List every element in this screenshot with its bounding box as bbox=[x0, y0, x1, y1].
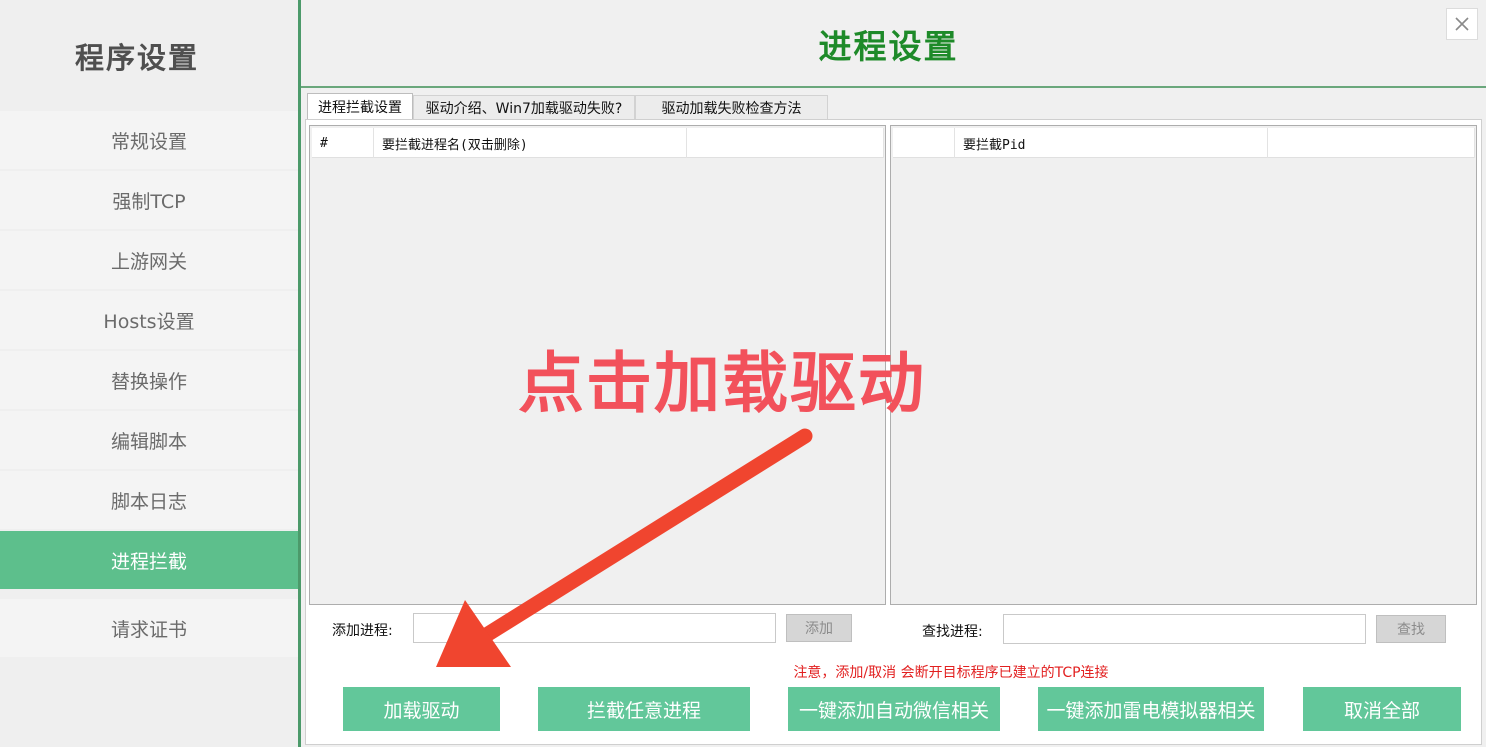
find-process-input[interactable] bbox=[1003, 614, 1366, 644]
add-process-label: 添加进程: bbox=[332, 623, 393, 639]
sidebar-item-script-log[interactable]: 脚本日志 bbox=[0, 471, 298, 529]
find-button[interactable]: 查找 bbox=[1376, 615, 1446, 643]
cancel-all-button[interactable]: 取消全部 bbox=[1303, 687, 1461, 731]
tab-process-intercept[interactable]: 进程拦截设置 bbox=[307, 93, 413, 120]
tcp-warning-text: 注意，添加/取消 会断开目标程序已建立的TCP连接 bbox=[793, 665, 1109, 681]
load-driver-button[interactable]: 加载驱动 bbox=[343, 687, 500, 731]
close-button[interactable] bbox=[1446, 8, 1478, 40]
page-title: 进程设置 bbox=[818, 27, 959, 66]
sidebar-title: 程序设置 bbox=[74, 41, 199, 75]
sidebar-item-general[interactable]: 常规设置 bbox=[0, 111, 298, 169]
tab-driver-intro[interactable]: 驱动介绍、Win7加载驱动失败? bbox=[413, 95, 635, 119]
sidebar-item-upstream-gateway[interactable]: 上游网关 bbox=[0, 231, 298, 289]
add-leidian-emulator-button[interactable]: 一键添加雷电模拟器相关 bbox=[1038, 687, 1264, 731]
add-wechat-button[interactable]: 一键添加自动微信相关 bbox=[788, 687, 1000, 731]
pid-list-header: 要拦截Pid bbox=[893, 128, 1475, 158]
find-process-label: 查找进程: bbox=[922, 624, 983, 640]
column-pid-index[interactable] bbox=[893, 128, 955, 158]
add-button[interactable]: 添加 bbox=[786, 614, 852, 642]
header: 进程设置 bbox=[301, 0, 1486, 88]
close-icon bbox=[1455, 17, 1469, 31]
sidebar-item-hosts[interactable]: Hosts设置 bbox=[0, 291, 298, 349]
column-empty[interactable] bbox=[687, 128, 884, 158]
sidebar-item-force-tcp[interactable]: 强制TCP bbox=[0, 171, 298, 229]
column-index[interactable]: # bbox=[312, 128, 374, 158]
add-process-input[interactable] bbox=[413, 613, 776, 643]
annotation-text: 点击加载驱动 bbox=[518, 345, 926, 422]
sidebar: 程序设置 常规设置 强制TCP 上游网关 Hosts设置 替换操作 编辑脚本 脚… bbox=[0, 0, 298, 747]
sidebar-item-edit-script[interactable]: 编辑脚本 bbox=[0, 411, 298, 469]
process-list-header: # 要拦截进程名(双击删除) bbox=[312, 128, 884, 158]
column-process-name[interactable]: 要拦截进程名(双击删除) bbox=[374, 128, 687, 158]
sidebar-item-request-cert[interactable]: 请求证书 bbox=[0, 599, 298, 657]
pid-list[interactable]: 要拦截Pid bbox=[890, 125, 1477, 605]
sidebar-item-replace[interactable]: 替换操作 bbox=[0, 351, 298, 409]
sidebar-item-process-intercept[interactable]: 进程拦截 bbox=[0, 531, 298, 589]
tab-driver-check[interactable]: 驱动加载失败检查方法 bbox=[635, 95, 828, 119]
column-pid[interactable]: 要拦截Pid bbox=[955, 128, 1268, 158]
column-pid-empty[interactable] bbox=[1268, 128, 1475, 158]
intercept-any-process-button[interactable]: 拦截任意进程 bbox=[538, 687, 750, 731]
